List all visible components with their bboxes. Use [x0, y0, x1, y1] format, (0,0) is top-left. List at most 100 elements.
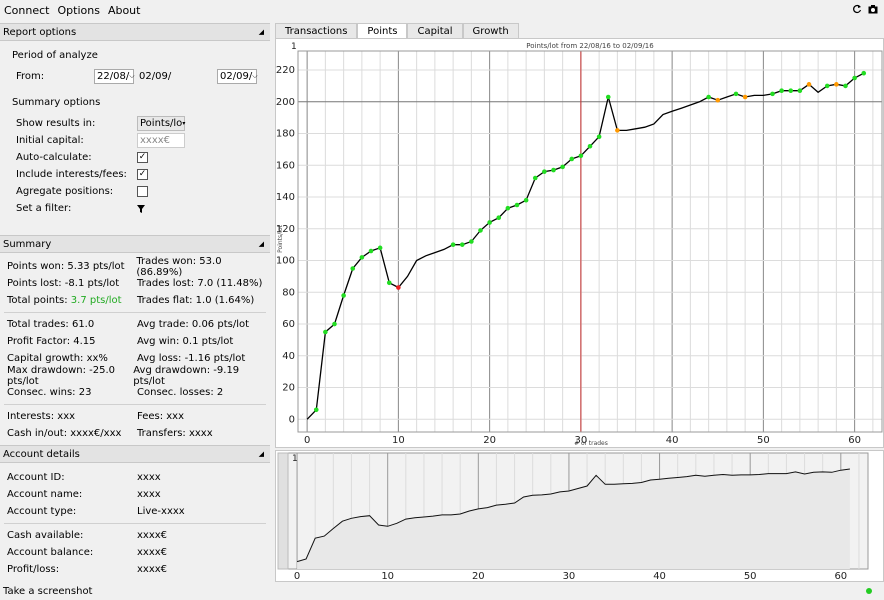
- summary-header[interactable]: Summary ◢: [0, 235, 270, 253]
- stat-right: Trades lost: 7.0 (11.48%): [137, 278, 263, 289]
- data-point: [596, 134, 602, 140]
- data-point: [323, 329, 328, 335]
- x-tick-label: 60: [848, 435, 861, 446]
- camera-icon[interactable]: [868, 4, 878, 14]
- x-tick-label: 20: [472, 571, 485, 581]
- data-point: [359, 255, 365, 260]
- x-axis-label: # of trades: [574, 440, 608, 447]
- stat-row: Cash available: xxxx€: [7, 527, 270, 544]
- y-tick-label: 20: [282, 383, 295, 394]
- data-point: [532, 175, 538, 181]
- stat-left: Consec. wins: 23: [7, 387, 92, 398]
- stat-row: Account type: Live-xxxx: [7, 503, 270, 520]
- tab-transactions[interactable]: Transactions: [275, 23, 358, 38]
- data-point: [843, 83, 848, 89]
- y-tick-label: 40: [282, 351, 295, 362]
- stat-right: Avg loss: -1.16 pts/lot: [137, 353, 246, 364]
- overview-left-handle: [277, 452, 289, 570]
- data-point: [797, 88, 803, 93]
- auto-calc-checkbox[interactable]: ✓: [137, 152, 148, 163]
- stat-left: Profit Factor: 4.15: [7, 336, 96, 347]
- data-point: [459, 242, 465, 247]
- aggregate-label: Agregate positions:: [16, 186, 114, 197]
- account-field-label: Account type:: [7, 506, 77, 517]
- account-field-value: Live-xxxx: [137, 506, 185, 517]
- collapse-icon[interactable]: ◢: [259, 28, 264, 36]
- data-point: [578, 153, 584, 159]
- stat-row: Max drawdown: -25.0 pts/lot Avg drawdown:…: [7, 364, 270, 387]
- tab-growth[interactable]: Growth: [462, 23, 519, 38]
- refresh-icon[interactable]: [852, 4, 862, 14]
- stat-row: Account ID: xxxx: [7, 469, 270, 486]
- data-point: [514, 202, 520, 208]
- data-point: [770, 91, 775, 97]
- filter-label: Set a filter:: [16, 203, 72, 214]
- data-point: [487, 220, 492, 225]
- account-field-label: Account name:: [7, 489, 83, 500]
- collapse-icon[interactable]: ◢: [259, 240, 264, 248]
- x-tick-label: 0: [304, 435, 310, 446]
- data-point: [779, 88, 784, 93]
- data-point: [368, 248, 374, 254]
- x-tick-label: 20: [483, 435, 496, 446]
- points-chart: 0 20 40 60 80 100 120 140 160 180 200 220 0 10 20 30 40 5…: [275, 38, 884, 448]
- account-field-label: Cash available:: [7, 530, 84, 541]
- stat-row: Points won: 5.33 pts/lot Trades won: 53.0…: [7, 256, 270, 278]
- to-date-picker[interactable]: 02/09/⌵: [217, 69, 258, 84]
- menu-connect[interactable]: Connect: [4, 4, 49, 17]
- data-point: [587, 143, 593, 149]
- stat-row: Total trades: 61.0 Avg trade: 0.06 pts/lo…: [7, 316, 270, 333]
- tab-bar: Transactions Points Capital Growth: [275, 23, 519, 38]
- data-point: [733, 91, 739, 97]
- account-field-label: Account balance:: [7, 547, 94, 558]
- data-point: [542, 169, 547, 174]
- y-tick-label: 80: [282, 287, 295, 298]
- stat-left: Points won: 5.33 pts/lot: [7, 261, 125, 272]
- x-tick-label: 10: [392, 435, 405, 446]
- account-field-value: xxxx: [137, 472, 161, 483]
- data-point: [350, 266, 356, 271]
- data-point: [450, 242, 456, 247]
- data-point: [788, 88, 794, 93]
- tab-capital[interactable]: Capital: [407, 23, 463, 38]
- report-options-header[interactable]: Report options ◢: [0, 23, 270, 41]
- data-point: [861, 70, 867, 76]
- funnel-icon[interactable]: [137, 204, 145, 213]
- x-tick-label: 40: [666, 435, 679, 446]
- include-fees-label: Include interests/fees:: [16, 169, 127, 180]
- aggregate-checkbox[interactable]: [137, 186, 148, 197]
- collapse-icon[interactable]: ◢: [259, 450, 264, 458]
- x-tick-label: 10: [381, 571, 394, 581]
- account-body: Account ID: xxxx Account name: xxxx Account …: [0, 463, 270, 587]
- include-fees-checkbox[interactable]: ✓: [137, 169, 148, 180]
- menu-about[interactable]: About: [108, 4, 141, 17]
- summary-body: Points won: 5.33 pts/lot Trades won: 53.0…: [0, 253, 270, 445]
- data-point: [569, 156, 575, 162]
- stat-left: Points lost: -8.1 pts/lot: [7, 278, 120, 289]
- to-label: 02/09/: [139, 71, 172, 82]
- stat-left: Max drawdown: -25.0 pts/lot: [7, 364, 116, 387]
- account-field-value: xxxx€: [137, 564, 168, 575]
- data-point: [715, 97, 721, 103]
- show-results-label: Show results in:: [16, 118, 96, 129]
- stat-left: Total trades: 61.0: [7, 319, 95, 330]
- show-results-select[interactable]: Points/lo ▾: [137, 116, 185, 131]
- screenshot-link[interactable]: Take a screenshot: [3, 586, 92, 597]
- data-point: [341, 293, 346, 298]
- menu-options[interactable]: Options: [57, 4, 99, 17]
- stat-right: Avg drawdown: -9.19 pts/lot: [133, 364, 240, 387]
- from-date-picker[interactable]: 22/08/⌵: [94, 69, 135, 84]
- chevron-down-icon: ⌵: [129, 72, 135, 80]
- y-tick-label: 200: [276, 97, 295, 108]
- initial-capital-input[interactable]: xxxx€: [137, 133, 185, 148]
- auto-calc-label: Auto-calculate:: [16, 152, 92, 163]
- summary-options-label: Summary options: [12, 97, 101, 108]
- account-header[interactable]: Account details ◢: [0, 445, 270, 463]
- stat-row: Profit/loss: xxxx€: [7, 561, 270, 578]
- data-point: [560, 164, 565, 170]
- period-label: Period of analyze: [12, 50, 98, 61]
- data-point: [313, 407, 319, 413]
- tab-points[interactable]: Points: [357, 23, 408, 38]
- stat-row: Account balance: xxxx€: [7, 544, 270, 561]
- stat-row: Cash in/out: xxxx€/xxx Transfers: xxxx: [7, 425, 270, 442]
